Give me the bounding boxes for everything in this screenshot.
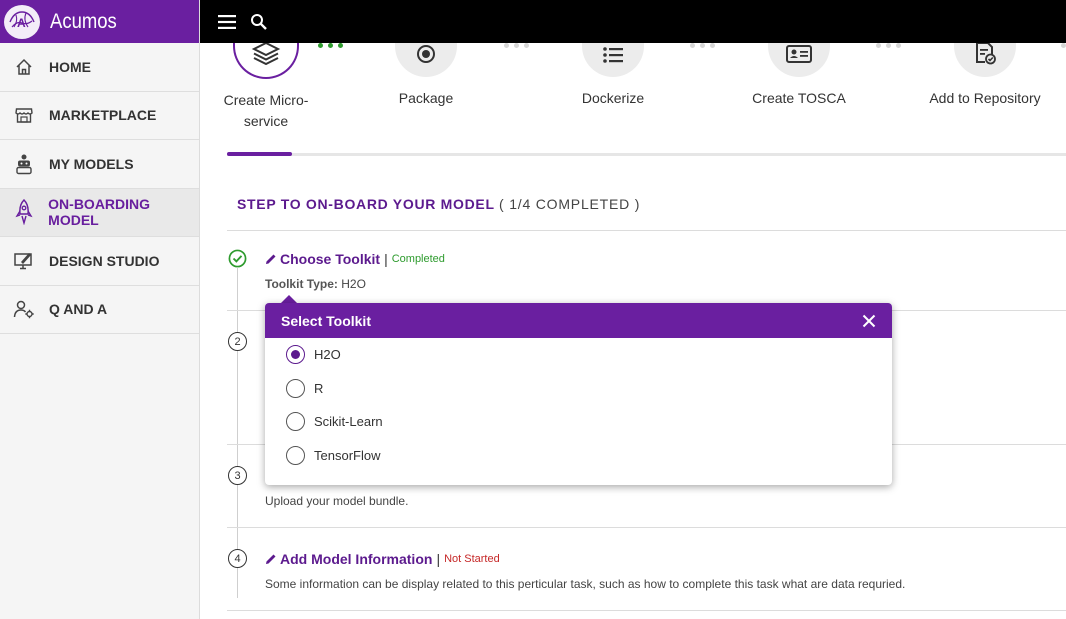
stepper-step-package[interactable]: Package [356,43,496,109]
search-icon[interactable] [249,12,269,32]
radio-selected-dot [291,350,300,360]
onboard-section-title: STEP TO ON-BOARD YOUR MODEL ( 1/4 COMPLE… [237,196,640,212]
option-label: R [314,380,324,396]
toolkit-option-r[interactable]: R [265,372,892,406]
task-description: Some information can be display related … [265,577,906,591]
sidebar-item-label: ON-BOARDING MODEL [48,196,151,229]
sidebar-item-label: MY MODELS [49,155,134,172]
progress-fill [227,152,292,156]
sidebar-item-home[interactable]: HOME [0,43,199,92]
close-icon[interactable] [862,314,876,328]
task-title-text: Choose Toolkit [280,251,381,267]
home-icon [12,55,36,79]
pencil-icon [266,254,276,264]
step-connector-dots [1061,43,1066,48]
step-circle [582,43,644,77]
radio-button[interactable] [286,412,305,432]
step-circle [233,43,299,79]
toolkit-type-value: H2O [337,277,366,291]
toolkit-type-detail: Toolkit Type: H2O [265,277,366,291]
divider [227,610,1066,611]
radio-button[interactable] [286,345,305,365]
stepper-step-create-tosca[interactable]: Create TOSCA [729,43,869,109]
task-status-badge: Not Started [444,553,500,565]
option-label: TensorFlow [314,447,381,463]
sidebar-item-label: MARKETPLACE [49,107,157,124]
list-icon [603,47,623,63]
sidebar: A Acumos HOME MARKETPLACE MY MODELS ON-B… [0,0,200,619]
task-title-text: Add Model Information [280,551,433,567]
step-connector-dots [318,43,343,48]
sidebar-item-design-studio[interactable]: DESIGN STUDIO [0,237,199,286]
divider [227,527,1066,528]
task-separator: | [436,551,441,567]
brand-name: Acumos [50,9,117,33]
document-check-icon [976,43,996,65]
svg-text:A: A [17,16,26,30]
sidebar-item-label: DESIGN STUDIO [49,252,160,269]
brain-logo-icon: A [4,4,40,39]
task-separator: | [384,251,388,267]
user-gear-icon [12,297,36,321]
sidebar-item-my-models[interactable]: MY MODELS [0,140,199,189]
top-bar [200,0,1066,43]
step-number: 3 [228,466,247,485]
stepper-step-dockerize[interactable]: Dockerize [543,43,683,109]
sidebar-item-label: HOME [49,58,91,75]
stepper-step-create-microservice[interactable]: Create Micro-service [201,43,336,132]
step-label: Create Micro-service [223,92,309,129]
check-circle-icon [228,249,247,268]
hamburger-icon[interactable] [217,12,237,32]
step-number: 2 [228,332,247,351]
select-toolkit-modal: Select Toolkit H2O R Scikit-Learn Tensor… [265,303,892,485]
app-root: A Acumos HOME MARKETPLACE MY MODELS ON-B… [0,0,1066,619]
brand-header[interactable]: A Acumos [0,0,199,43]
step-circle [954,43,1016,77]
step-label: Add to Repository [929,90,1041,106]
sidebar-item-q-and-a[interactable]: Q AND A [0,286,199,334]
option-label: Scikit-Learn [314,414,383,430]
radio-button[interactable] [286,445,305,465]
modal-title: Select Toolkit [281,312,371,329]
step-label: Dockerize [581,90,645,106]
section-title-text: STEP TO ON-BOARD YOUR MODEL [237,196,495,212]
robot-icon [12,152,36,176]
sidebar-item-onboarding-model[interactable]: ON-BOARDING MODEL [0,188,199,237]
id-card-icon [786,45,812,63]
rocket-icon [12,199,35,226]
modal-header: Select Toolkit [265,303,892,338]
step-circle [768,43,830,77]
step-label: Create TOSCA [752,90,846,106]
toolkit-option-tensorflow[interactable]: TensorFlow [265,439,892,473]
sidebar-item-marketplace[interactable]: MARKETPLACE [0,92,199,140]
option-label: H2O [314,347,341,363]
step-connector-dots [504,43,529,48]
sidebar-item-label: Q AND A [49,301,108,318]
target-icon [417,45,435,63]
monitor-pencil-icon [12,249,36,273]
pencil-icon [266,554,276,564]
task-status-badge: Completed [391,253,445,265]
step-connector-dots [876,43,901,48]
radio-button[interactable] [286,378,305,398]
task-choose-toolkit[interactable]: Choose Toolkit | Completed [265,251,445,267]
toolkit-option-h2o[interactable]: H2O [265,338,892,372]
layers-icon [251,43,281,65]
toolkit-option-scikit-learn[interactable]: Scikit-Learn [265,405,892,439]
task-description: Upload your model bundle. [265,494,409,508]
progress-track [227,153,1066,156]
toolkit-type-label: Toolkit Type: [265,277,338,291]
step-connector-dots [690,43,715,48]
stepper-step-add-to-repository[interactable]: Add to Repository [915,43,1055,109]
step-label: Package [398,90,454,106]
step-number: 4 [228,549,247,568]
task-add-model-information[interactable]: Add Model Information | Not Started [265,551,500,567]
step-circle [395,43,457,77]
store-icon [12,103,36,127]
section-progress-count: ( 1/4 COMPLETED ) [499,196,641,212]
divider [227,230,1066,231]
